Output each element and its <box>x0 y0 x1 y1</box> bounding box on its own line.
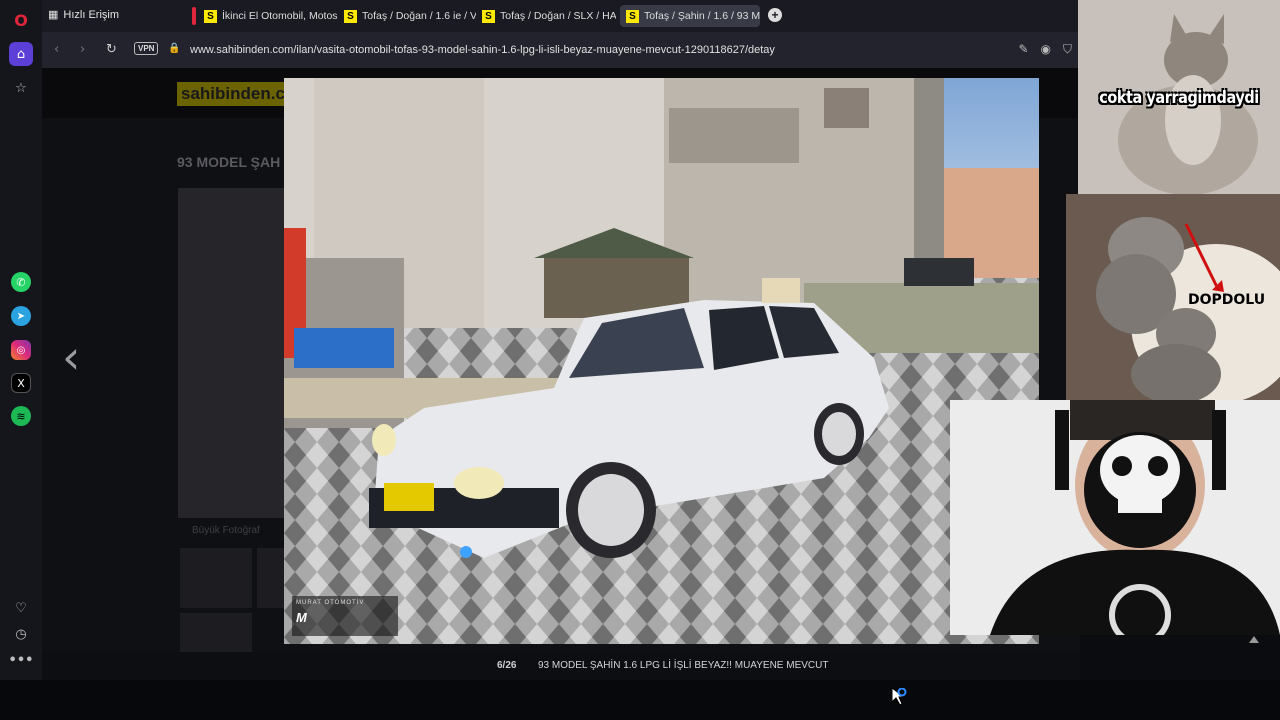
main-photo-dimmed <box>178 188 286 518</box>
quick-access-label: Hızlı Erişim <box>63 8 120 21</box>
more-icon[interactable]: ••• <box>9 648 34 672</box>
shield-icon[interactable]: ⛉ <box>1063 42 1072 57</box>
camera-icon[interactable]: ◉ <box>1041 42 1051 57</box>
new-tab-button[interactable]: + <box>768 8 782 22</box>
quick-access-button[interactable]: ▦ Hızlı Erişim <box>48 8 120 22</box>
sahibinden-favicon-icon: S <box>626 9 639 23</box>
watermark-text: MURAT OTOMOTİV <box>296 600 365 606</box>
lock-icon[interactable]: 🔒 <box>168 43 180 54</box>
site-logo[interactable]: sahibinden.co <box>177 82 300 106</box>
home-icon[interactable]: ⌂ <box>9 42 33 66</box>
clock-icon[interactable]: ◷ <box>9 622 33 646</box>
gallery-caption-bar: 6/26 93 MODEL ŞAHİN 1.6 LPG Lİ İŞLİ BEYA… <box>42 652 1080 680</box>
meme-overlay-middle: DOPDOLU <box>1066 194 1280 400</box>
edit-icon[interactable]: ✎ <box>1018 42 1028 57</box>
meme-overlay-top: cokta yarragimdaydi <box>1078 0 1280 194</box>
meme-caption-middle: DOPDOLU <box>1188 292 1266 308</box>
thumbnail[interactable] <box>180 548 252 608</box>
photo-counter: 6/26 <box>497 660 517 671</box>
meme-caption-top: cokta yarragimdaydi <box>1099 88 1259 108</box>
sahibinden-favicon-icon: S <box>344 9 357 23</box>
grid-icon: ▦ <box>48 9 59 21</box>
watermark-mark: M <box>296 610 308 625</box>
previous-photo-icon[interactable]: ‹ <box>62 330 80 384</box>
heart-icon[interactable]: ♡ <box>9 596 33 620</box>
gallery-photo[interactable]: MURAT OTOMOTİV M <box>284 78 1039 644</box>
pin-icon[interactable]: ☆ <box>9 76 33 100</box>
tab-label: Tofaş / Şahin / 1.6 / 93 MC <box>644 10 760 22</box>
car-photo-illustration <box>284 78 1039 644</box>
vpn-badge[interactable]: VPN <box>134 42 159 55</box>
tab-label: İkinci El Otomobil, Motosi <box>222 10 338 22</box>
webcam-person-image <box>950 400 1280 635</box>
tab-label: Tofaş / Doğan / 1.6 ie / VE <box>362 10 476 22</box>
tab-group-indicator <box>192 7 196 25</box>
screen: O ⌂ ☆ ✆ ➤ ◎ X ≋ ♡ ◷ ••• ▦ Hızlı Erişim S… <box>0 0 1280 720</box>
tab-4-active[interactable]: S Tofaş / Şahin / 1.6 / 93 MC <box>620 5 760 27</box>
url-field[interactable]: www.sahibinden.com/ilan/vasita-otomobil-… <box>190 44 775 56</box>
big-photo-link[interactable]: Büyük Fotoğraf <box>192 525 260 536</box>
back-icon[interactable]: ‹ <box>54 42 59 57</box>
dealer-watermark: MURAT OTOMOTİV M <box>292 596 398 636</box>
opera-logo-icon[interactable]: O <box>9 8 33 32</box>
photo-caption: 93 MODEL ŞAHİN 1.6 LPG Lİ İŞLİ BEYAZ!! M… <box>538 660 829 671</box>
sahibinden-favicon-icon: S <box>204 9 217 23</box>
tab-label: Tofaş / Doğan / SLX / HAT <box>500 10 616 22</box>
taskbar-area <box>0 680 1280 720</box>
listing-title: 93 MODEL ŞAH <box>177 154 281 170</box>
tab-bar: ▦ Hızlı Erişim S İkinci El Otomobil, Mot… <box>42 0 1080 32</box>
tab-2[interactable]: S Tofaş / Doğan / 1.6 ie / VE <box>338 5 476 27</box>
telegram-icon[interactable]: ➤ <box>11 306 31 326</box>
instagram-icon[interactable]: ◎ <box>11 340 31 360</box>
thumbnail[interactable] <box>257 548 285 608</box>
tab-1[interactable]: S İkinci El Otomobil, Motosi <box>198 5 338 27</box>
address-bar: ‹ › ↻ VPN 🔒 www.sahibinden.com/ilan/vasi… <box>42 32 1080 68</box>
sahibinden-favicon-icon: S <box>482 9 495 23</box>
tab-3[interactable]: S Tofaş / Doğan / SLX / HAT <box>476 5 616 27</box>
reload-icon[interactable]: ↻ <box>106 42 117 57</box>
mouse-cursor-icon <box>892 688 907 706</box>
whatsapp-icon[interactable]: ✆ <box>11 272 31 292</box>
scroll-up-icon[interactable] <box>1249 636 1259 643</box>
forward-icon[interactable]: › <box>80 42 85 57</box>
spotify-icon[interactable]: ≋ <box>11 406 31 426</box>
webcam-overlay <box>950 400 1280 635</box>
opera-sidebar: O ⌂ ☆ ✆ ➤ ◎ X ≋ ♡ ◷ ••• <box>0 0 42 680</box>
x-icon[interactable]: X <box>11 373 31 393</box>
